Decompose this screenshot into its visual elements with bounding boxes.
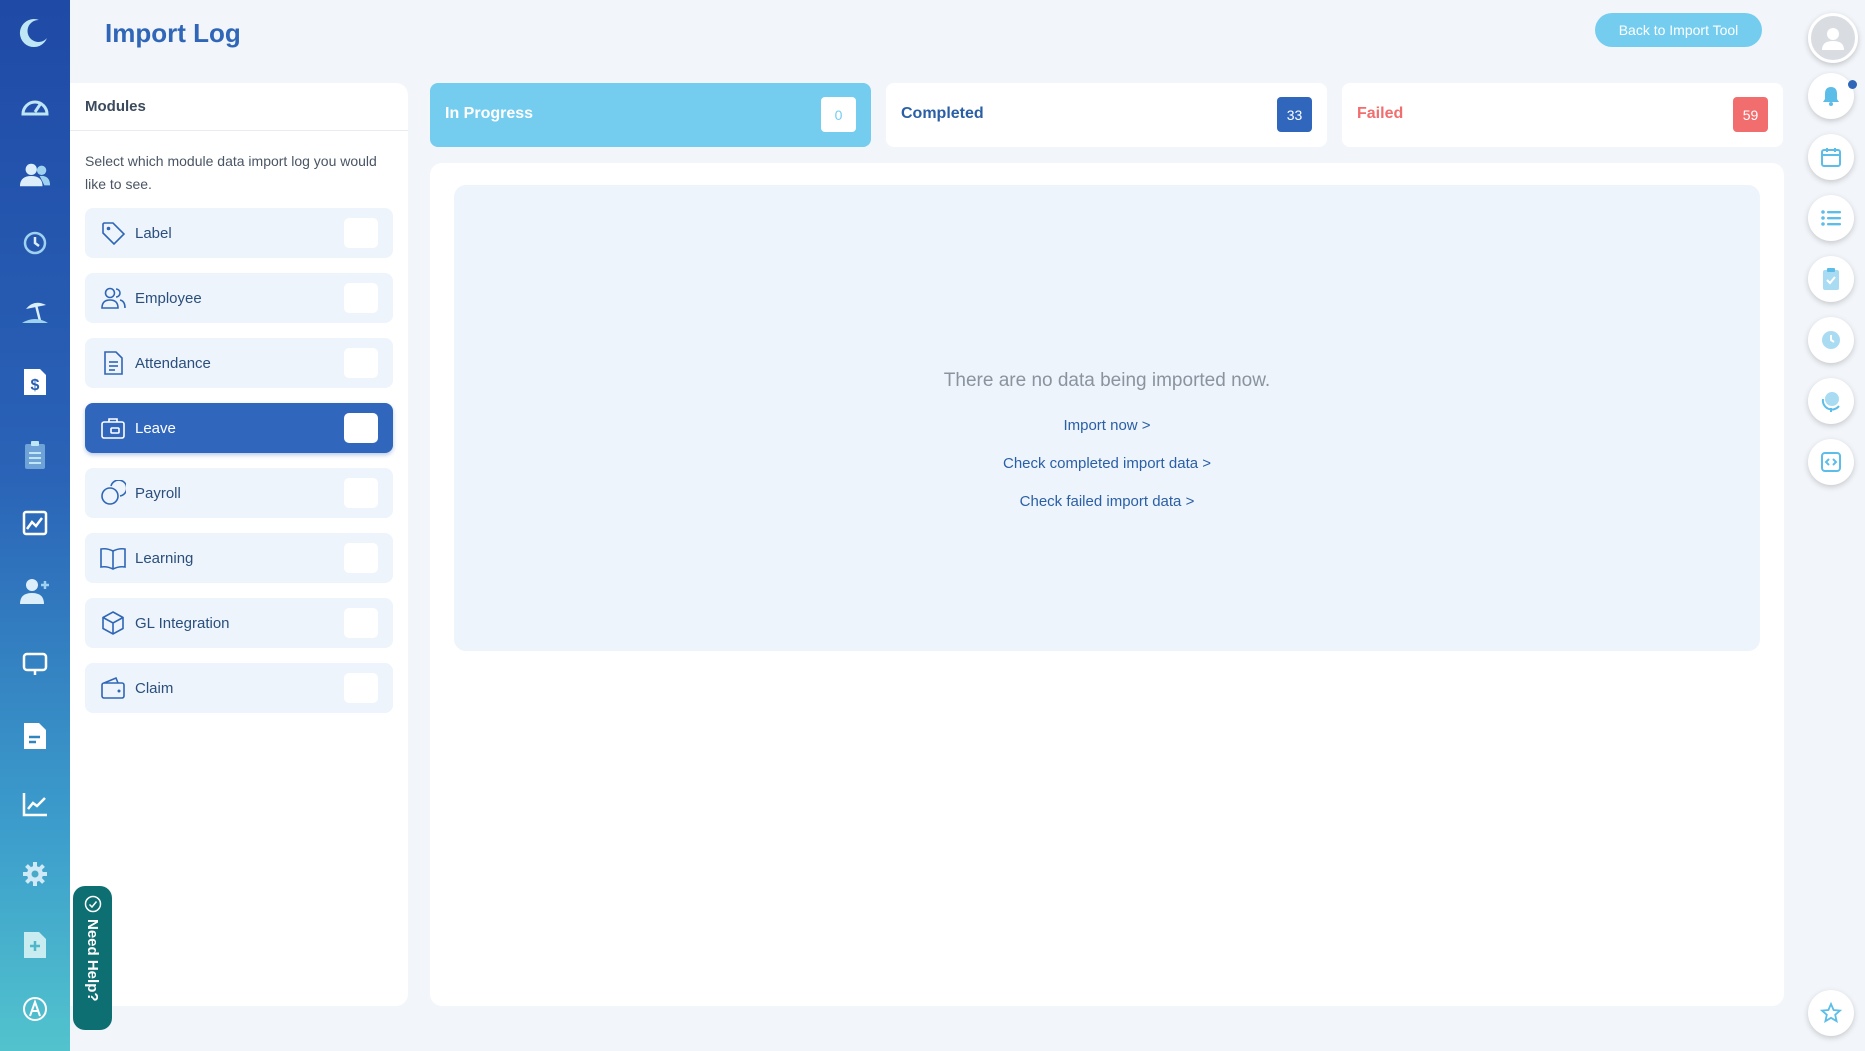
users-icon (99, 284, 127, 312)
module-label: Claim (135, 679, 174, 697)
module-label: Payroll (135, 484, 181, 502)
cube-icon (99, 609, 127, 637)
in-progress-count-badge: 0 (821, 97, 856, 132)
book-icon (99, 544, 127, 572)
module-item-attendance[interactable]: Attendance (85, 338, 393, 388)
empty-state-message: There are no data being imported now. (943, 370, 1271, 391)
document-icon[interactable] (19, 720, 51, 752)
a-circle-icon[interactable] (19, 993, 51, 1025)
module-checkbox[interactable] (344, 543, 378, 573)
module-label: Learning (135, 549, 194, 567)
tag-icon (99, 219, 127, 247)
clock-icon[interactable] (1808, 317, 1854, 363)
tab-in-progress[interactable]: In Progress 0 (430, 83, 871, 147)
module-label: Leave (135, 419, 176, 437)
clipboard-check-icon[interactable] (1808, 256, 1854, 302)
people-icon[interactable] (19, 159, 51, 191)
module-label: Employee (135, 289, 202, 307)
clipboard-icon[interactable] (19, 439, 51, 471)
modules-panel: Modules Select which module data import … (70, 83, 408, 1006)
completed-count-badge: 33 (1277, 97, 1312, 132)
add-user-icon[interactable] (19, 575, 51, 607)
add-file-icon[interactable] (19, 929, 51, 961)
need-help-label: Need Help? (84, 919, 101, 1002)
check-completed-link[interactable]: Check completed import data > (454, 455, 1760, 472)
module-item-learning[interactable]: Learning (85, 533, 393, 583)
module-checkbox[interactable] (344, 608, 378, 638)
need-help-button[interactable]: Need Help? (73, 886, 112, 1030)
briefcase-icon (99, 414, 127, 442)
notification-dot (1848, 80, 1857, 89)
left-nav: $ (0, 0, 70, 1051)
moon-logo-icon[interactable] (17, 16, 51, 50)
main-panel: There are no data being imported now. Im… (430, 163, 1784, 1006)
module-item-claim[interactable]: Claim (85, 663, 393, 713)
star-icon[interactable] (1808, 990, 1854, 1036)
leave-beach-icon[interactable] (19, 295, 51, 327)
globe-icon[interactable] (1808, 378, 1854, 424)
wallet-icon (99, 674, 127, 702)
calendar-icon[interactable] (1808, 134, 1854, 180)
list-icon[interactable] (1808, 195, 1854, 241)
code-icon[interactable] (1808, 439, 1854, 485)
module-checkbox[interactable] (344, 218, 378, 248)
tab-failed[interactable]: Failed 59 (1342, 83, 1783, 147)
module-checkbox[interactable] (344, 413, 378, 443)
completed-label: Completed (901, 105, 984, 122)
module-label: Label (135, 224, 172, 242)
history-clock-icon[interactable] (19, 227, 51, 259)
failed-label: Failed (1357, 105, 1404, 122)
module-checkbox[interactable] (344, 673, 378, 703)
import-now-link[interactable]: Import now > (454, 417, 1760, 434)
settings-gear-icon[interactable] (19, 858, 51, 890)
modules-description: Select which module data import log you … (85, 153, 377, 192)
failed-count-badge: 59 (1733, 97, 1768, 132)
in-progress-label: In Progress (445, 105, 534, 122)
help-circle-icon (84, 895, 101, 913)
coins-icon (99, 479, 127, 507)
payroll-dollar-icon[interactable]: $ (19, 366, 51, 398)
module-item-leave[interactable]: Leave (85, 403, 393, 453)
module-label: Attendance (135, 354, 211, 372)
empty-state: There are no data being imported now. Im… (454, 185, 1760, 651)
image-chart-icon[interactable] (19, 507, 51, 539)
bell-icon[interactable] (1808, 73, 1854, 119)
monitor-icon[interactable] (19, 648, 51, 680)
page-title: Import Log (105, 18, 241, 48)
module-label: GL Integration (135, 614, 230, 632)
svg-text:$: $ (31, 377, 40, 394)
module-checkbox[interactable] (344, 348, 378, 378)
modules-title: Modules (85, 98, 146, 115)
module-item-gl-integration[interactable]: GL Integration (85, 598, 393, 648)
module-checkbox[interactable] (344, 478, 378, 508)
back-to-import-tool-button[interactable]: Back to Import Tool (1595, 13, 1762, 47)
module-item-employee[interactable]: Employee (85, 273, 393, 323)
user-avatar[interactable] (1808, 13, 1858, 63)
module-item-label[interactable]: Label (85, 208, 393, 258)
divider (70, 130, 408, 131)
check-failed-link[interactable]: Check failed import data > (454, 493, 1760, 510)
tab-completed[interactable]: Completed 33 (886, 83, 1327, 147)
dashboard-gauge-icon[interactable] (19, 89, 51, 121)
module-checkbox[interactable] (344, 283, 378, 313)
analytics-chart-icon[interactable] (19, 788, 51, 820)
document-list-icon (99, 349, 127, 377)
module-item-payroll[interactable]: Payroll (85, 468, 393, 518)
